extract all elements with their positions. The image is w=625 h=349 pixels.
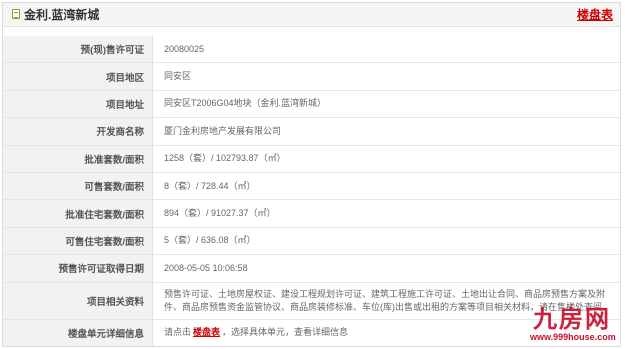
- table-row: 预售许可证取得日期 2008-05-05 10:06:58: [3, 255, 620, 283]
- row-label: 批准住宅套数/面积: [3, 200, 153, 227]
- table-row: 可售住宅套数/面积 5（套）/ 636.08（㎡）: [3, 227, 620, 256]
- row-value: 894（套）/ 91027.37（㎡）: [164, 208, 276, 219]
- building-table-inline-link[interactable]: 楼盘表: [193, 326, 220, 339]
- row-label: 可售套数/面积: [3, 172, 153, 200]
- row-label: 预(现)售许可证: [3, 36, 153, 63]
- instruction-prefix: 请点击: [164, 327, 192, 338]
- row-label: 开发商名称: [3, 118, 153, 145]
- table-row: 批准套数/面积 1258（套）/ 102793.87（㎡）: [3, 145, 620, 173]
- instruction-suffix: ，选择具体单元，查看详细信息: [222, 327, 349, 338]
- building-table-link[interactable]: 楼盘表: [577, 8, 613, 22]
- row-label: 预售许可证取得日期: [3, 255, 153, 282]
- table-row-unit-details: 楼盘单元详细信息 请点击 楼盘表 ，选择具体单元，查看详细信息: [3, 319, 620, 346]
- table-row: 可售套数/面积 8（套）/ 728.44（㎡）: [3, 172, 620, 201]
- row-value: 2008-05-05 10:06:58: [164, 262, 248, 273]
- table-row: 批准住宅套数/面积 894（套）/ 91027.37（㎡）: [3, 200, 620, 228]
- row-label: 批准套数/面积: [3, 145, 153, 172]
- row-value: 同安区T2006G04地块（金利.蓝湾新城）: [164, 98, 327, 109]
- document-icon: [12, 9, 20, 19]
- table-row: 预(现)售许可证 20080025: [3, 36, 620, 64]
- table-row: 项目地区 同安区: [3, 63, 620, 91]
- table-row: 项目相关资料 预售许可证、土地房屋权证、建设工程规划许可证、建筑工程施工许可证、…: [3, 282, 620, 320]
- watermark-logo: 九房网: [533, 305, 611, 333]
- row-label: 楼盘单元详细信息: [3, 319, 153, 346]
- info-table: 预(现)售许可证 20080025 项目地区 同安区 项目地址 同安区T2006…: [3, 36, 620, 346]
- row-value: 1258（套）/ 102793.87（㎡）: [164, 153, 286, 164]
- row-value: 厦门金利房地产发展有限公司: [164, 125, 282, 136]
- table-row: 开发商名称 厦门金利房地产发展有限公司: [3, 118, 620, 146]
- project-title: 金利.蓝湾新城: [24, 8, 100, 22]
- row-value: 同安区: [164, 71, 192, 82]
- project-info-panel: 金利.蓝湾新城 楼盘表 预(现)售许可证 20080025 项目地区 同安区 项…: [2, 2, 621, 347]
- row-value: 5（套）/ 636.08（㎡）: [164, 235, 256, 246]
- row-label: 项目相关资料: [3, 282, 153, 319]
- table-row: 项目地址 同安区T2006G04地块（金利.蓝湾新城）: [3, 90, 620, 119]
- row-value: 20080025: [164, 43, 205, 54]
- panel-header: 金利.蓝湾新城 楼盘表: [3, 3, 620, 27]
- row-label: 可售住宅套数/面积: [3, 227, 153, 255]
- row-label: 项目地区: [3, 63, 153, 90]
- watermark-url: www.999house.com: [530, 332, 616, 342]
- row-value: 8（套）/ 728.44（㎡）: [164, 180, 256, 191]
- row-label: 项目地址: [3, 90, 153, 118]
- site-watermark: 九房网 www.999house.com: [530, 305, 616, 342]
